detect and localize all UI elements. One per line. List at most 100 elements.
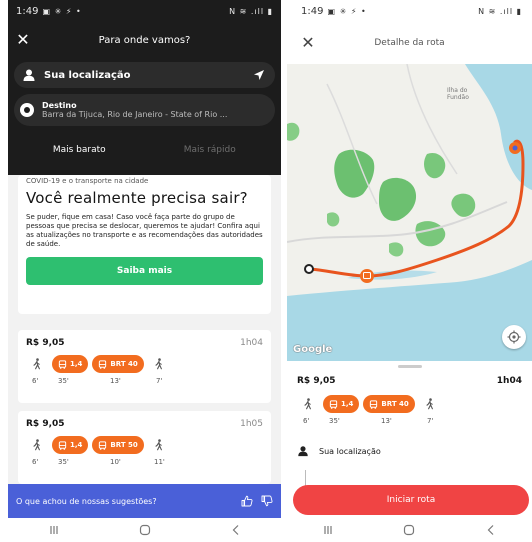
covid-body: Se puder, fique em casa! Caso você faça … — [26, 213, 263, 248]
brt-line-pill: BRT 40 — [92, 355, 144, 373]
route-duration: 1h04 — [496, 376, 522, 386]
thumbs-down-icon[interactable] — [261, 495, 273, 507]
status-notification-icons: ▣ ✳ ⚡ • — [327, 6, 367, 16]
close-icon[interactable]: ✕ — [299, 34, 317, 52]
destination-value: Barra da Tijuca, Rio de Janeiro - State … — [42, 110, 228, 119]
bus-line-pill: 1,4 — [52, 355, 89, 373]
search-header: ✕ Para onde vamos? Sua localização Desti… — [8, 22, 281, 175]
leg-durations: 6' 35' 13' 7' — [297, 417, 522, 427]
walk-icon — [33, 439, 40, 451]
system-navigation-bar — [287, 518, 532, 542]
walk-icon — [155, 358, 162, 370]
leg-time: 35' — [58, 458, 69, 466]
brt-bus-icon — [99, 440, 107, 450]
top-bar: ✕ Detalhe da rota — [287, 22, 532, 64]
origin-marker — [304, 264, 314, 274]
walk-icon — [426, 398, 433, 410]
origin-field[interactable]: Sua localização — [14, 62, 275, 88]
brt-line-pill: BRT 50 — [92, 436, 144, 454]
leg-durations: 6' 35' 10' 11' — [26, 458, 263, 468]
bus-line-number: 1,4 — [70, 360, 83, 368]
navigation-arrow-icon[interactable] — [253, 69, 265, 81]
route-price: R$ 9,05 — [26, 419, 65, 429]
sheet-drag-handle[interactable] — [397, 365, 422, 368]
route-list[interactable]: COVID-19 e o transporte na cidade Você r… — [8, 175, 281, 484]
close-icon[interactable]: ✕ — [14, 31, 32, 49]
tab-fastest[interactable]: Mais rápido — [145, 138, 276, 168]
learn-more-button[interactable]: Saiba mais — [26, 257, 263, 285]
status-bar: 1:49 ▣ ✳ ⚡ • N ≋ .ıll ▮ — [287, 0, 532, 22]
destination-field[interactable]: Destino Barra da Tijuca, Rio de Janeiro … — [14, 94, 275, 126]
home-icon[interactable] — [139, 524, 151, 536]
route-duration: 1h04 — [240, 338, 263, 348]
map-canvas: Ilha do Fundão — [287, 64, 532, 361]
feedback-question: O que achou de nossas sugestões? — [16, 496, 157, 506]
page-title: Detalhe da rota — [374, 38, 445, 48]
my-location-button[interactable] — [502, 325, 526, 349]
leg-time: 35' — [58, 377, 69, 385]
covid-title: Você realmente precisa sair? — [26, 189, 248, 207]
status-bar: 1:49 ▣ ✳ ⚡ • N ≋ .ıll ▮ — [8, 0, 281, 22]
route-price: R$ 9,05 — [26, 338, 65, 348]
google-logo: Google — [293, 344, 333, 355]
leg-time: 7' — [427, 417, 434, 425]
home-icon[interactable] — [403, 524, 415, 536]
brt-line-pill: BRT 40 — [363, 395, 415, 413]
page-title: Para onde vamos? — [98, 34, 191, 46]
route-legs: 1,4 BRT 40 — [297, 394, 522, 414]
destination-label: Destino — [42, 101, 77, 110]
destination-marker-icon — [20, 103, 34, 117]
brt-line-number: BRT 40 — [381, 400, 409, 408]
destination-marker-core — [512, 145, 518, 151]
status-time: 1:49 — [16, 5, 39, 17]
route-price: R$ 9,05 — [297, 376, 336, 386]
bus-stop-marker[interactable] — [360, 269, 374, 283]
itinerary-origin-text: Sua localização — [319, 446, 381, 456]
brt-bus-icon — [99, 359, 107, 369]
route-detail-sheet: R$ 9,05 1h04 1,4 BRT 40 6' 35' 13' 7' Su… — [287, 361, 532, 457]
brt-line-number: BRT 40 — [110, 360, 138, 368]
phone-route-detail: 1:49 ▣ ✳ ⚡ • N ≋ .ıll ▮ ✕ Detalhe da rot… — [287, 0, 532, 542]
tab-cheapest[interactable]: Mais barato — [14, 138, 145, 168]
bus-line-number: 1,4 — [70, 441, 83, 449]
user-location-icon — [298, 446, 308, 457]
status-notification-icons: ▣ ✳ ⚡ • — [42, 6, 82, 16]
walk-icon — [33, 358, 40, 370]
leg-time: 6' — [303, 417, 310, 425]
covid-kicker: COVID-19 e o transporte na cidade — [26, 177, 149, 185]
leg-durations: 6' 35' 13' 7' — [26, 377, 263, 387]
route-legs: 1,4 BRT 50 — [26, 435, 263, 455]
route-map[interactable]: Ilha do Fundão Google — [287, 64, 532, 361]
origin-value: Sua localização — [44, 69, 131, 81]
leg-time: 7' — [156, 377, 163, 385]
recent-apps-icon[interactable] — [48, 524, 60, 536]
leg-time: 13' — [381, 417, 392, 425]
itinerary-origin-row: Sua localização — [297, 445, 522, 457]
status-system-icons: N ≋ .ıll ▮ — [478, 6, 522, 16]
thumbs-up-icon[interactable] — [241, 495, 253, 507]
system-navigation-bar — [8, 518, 281, 542]
start-route-button[interactable]: Iniciar rota — [293, 485, 529, 515]
route-option-card[interactable]: R$ 9,05 1h05 1,4 BRT 50 6' 35' 10' 11' — [18, 411, 271, 484]
status-system-icons: N ≋ .ıll ▮ — [229, 6, 273, 16]
recent-apps-icon[interactable] — [322, 524, 334, 536]
leg-time: 35' — [329, 417, 340, 425]
bus-line-pill: 1,4 — [52, 436, 89, 454]
leg-time: 11' — [154, 458, 165, 466]
back-icon[interactable] — [485, 524, 497, 536]
leg-time: 13' — [110, 377, 121, 385]
brt-bus-icon — [370, 399, 378, 409]
route-option-card[interactable]: R$ 9,05 1h04 1,4 BRT 40 6' 35' 13' 7' — [18, 330, 271, 403]
feedback-bar: O que achou de nossas sugestões? — [8, 484, 281, 518]
user-location-icon — [23, 69, 35, 81]
phone-route-options: 1:49 ▣ ✳ ⚡ • N ≋ .ıll ▮ ✕ Para onde vamo… — [8, 0, 281, 542]
leg-time: 6' — [32, 458, 39, 466]
brt-line-number: BRT 50 — [110, 441, 138, 449]
back-icon[interactable] — [230, 524, 242, 536]
walk-icon — [304, 398, 311, 410]
covid-notice-card: COVID-19 e o transporte na cidade Você r… — [18, 175, 271, 314]
walk-icon — [155, 439, 162, 451]
bus-line-number: 1,4 — [341, 400, 354, 408]
leg-time: 6' — [32, 377, 39, 385]
screenshot-stage: 1:49 ▣ ✳ ⚡ • N ≋ .ıll ▮ ✕ Para onde vamo… — [0, 0, 532, 542]
